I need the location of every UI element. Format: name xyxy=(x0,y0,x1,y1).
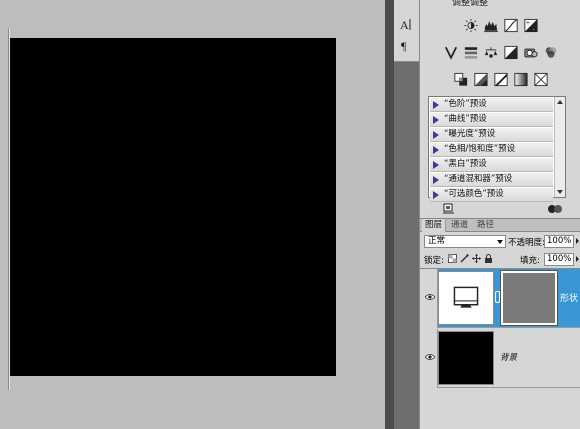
scroll-up-icon[interactable] xyxy=(557,100,563,104)
layer-thumbnail[interactable] xyxy=(438,331,494,385)
expand-triangle-icon xyxy=(433,191,439,199)
adjustments-footer xyxy=(420,203,580,217)
link-icon[interactable] xyxy=(495,291,500,303)
fill-label: 填充: xyxy=(520,256,540,266)
visibility-toggle[interactable] xyxy=(420,269,438,328)
adjustment-icons-row-3 xyxy=(420,71,580,87)
preset-label: “曲线”预设 xyxy=(444,114,487,124)
posterize-icon[interactable] xyxy=(473,71,489,87)
opacity-input[interactable]: 100% xyxy=(544,235,574,248)
tab-paths[interactable]: 路径 xyxy=(474,219,497,232)
fill-input[interactable]: 100% xyxy=(544,253,574,266)
svg-text:¶: ¶ xyxy=(401,39,407,53)
preset-item-levels[interactable]: “色阶”预设 xyxy=(430,98,553,112)
eye-icon xyxy=(425,294,435,300)
lock-pixels-icon[interactable] xyxy=(460,254,469,263)
gradient-map-icon[interactable] xyxy=(513,71,529,87)
expand-triangle-icon xyxy=(433,116,439,124)
levels-icon[interactable] xyxy=(483,17,499,33)
fill-slider-arrow-icon[interactable] xyxy=(576,256,579,262)
visibility-toggle[interactable] xyxy=(420,329,438,388)
hue-saturation-icon[interactable] xyxy=(463,44,479,60)
preset-scrollbar[interactable] xyxy=(554,97,565,197)
lock-label: 锁定: xyxy=(424,256,444,266)
expand-triangle-icon xyxy=(433,161,439,169)
expand-triangle-icon xyxy=(433,176,439,184)
lock-position-icon[interactable] xyxy=(472,254,481,263)
layer-name[interactable]: 背景 xyxy=(500,351,517,363)
layer-thumbnail[interactable] xyxy=(438,271,494,325)
channel-mixer-icon[interactable] xyxy=(543,44,559,60)
preset-label: “可选颜色”预设 xyxy=(444,189,504,199)
blend-mode-select[interactable]: 正常 xyxy=(424,235,506,248)
chevron-down-icon xyxy=(497,240,503,244)
panel-divider xyxy=(385,0,394,429)
layer-name[interactable]: 形状 xyxy=(560,291,578,304)
curves-icon[interactable] xyxy=(503,17,519,33)
adjustment-icons-row-1: + - xyxy=(420,17,580,33)
threshold-icon[interactable] xyxy=(493,71,509,87)
preset-label: “黑白”预设 xyxy=(444,159,487,169)
blend-mode-value: 正常 xyxy=(428,236,446,246)
preset-item-black-white[interactable]: “黑白”预设 xyxy=(430,158,553,172)
black-white-icon[interactable] xyxy=(503,44,519,60)
photo-filter-icon[interactable] xyxy=(523,44,539,60)
vector-mask-thumbnail[interactable] xyxy=(500,270,558,326)
document-canvas[interactable] xyxy=(10,38,336,376)
brightness-contrast-icon[interactable] xyxy=(463,17,479,33)
preset-label: “色阶”预设 xyxy=(444,99,487,109)
adjustment-presets-list: “色阶”预设 “曲线”预设 “曝光度”预设 “色相/饱和度”预设 “黑白”预设 … xyxy=(428,96,566,202)
opacity-slider-arrow-icon[interactable] xyxy=(576,238,579,244)
selective-color-icon[interactable] xyxy=(533,71,549,87)
character-icon[interactable]: A xyxy=(398,16,414,32)
eye-icon xyxy=(425,354,435,360)
adjustments-title: 调整调整 xyxy=(452,0,489,8)
invert-icon[interactable] xyxy=(453,71,469,87)
preset-item-exposure[interactable]: “曝光度”预设 xyxy=(430,128,553,142)
expand-triangle-icon xyxy=(433,101,439,109)
lock-transparency-icon[interactable] xyxy=(448,254,457,263)
preset-label: “色相/饱和度”预设 xyxy=(444,144,516,154)
svg-text:-: - xyxy=(532,26,534,32)
layer-row-shape[interactable]: 形状 xyxy=(420,269,580,328)
exposure-icon[interactable]: + - xyxy=(523,17,539,33)
expand-triangle-icon xyxy=(433,131,439,139)
preset-item-curves[interactable]: “曲线”预设 xyxy=(430,113,553,127)
scroll-down-icon[interactable] xyxy=(557,190,563,194)
lock-all-icon[interactable] xyxy=(484,254,493,263)
dock-top: A ¶ xyxy=(394,0,419,62)
paragraph-icon[interactable]: ¶ xyxy=(398,37,414,53)
collapsed-panel-dock: A ¶ xyxy=(394,0,419,429)
right-panel: 调整调整 + - “色阶”预设 “曲线”预设 “曝光度”预设 “色相/饱和度”预… xyxy=(419,0,580,429)
tab-channels[interactable]: 通道 xyxy=(448,219,471,232)
layer-row-background[interactable]: 背景 xyxy=(420,329,580,388)
adjustment-icons-row-2 xyxy=(420,44,580,60)
preset-item-channel-mixer[interactable]: “通道混和器”预设 xyxy=(430,173,553,187)
tab-layers[interactable]: 图层 xyxy=(422,219,447,232)
layers-panel-tabs: 图层 通道 路径 xyxy=(420,218,580,232)
preset-label: “曝光度”预设 xyxy=(444,129,496,139)
expand-triangle-icon xyxy=(433,146,439,154)
layers-list: 形状 背景 xyxy=(420,268,580,429)
vibrance-icon[interactable] xyxy=(443,44,459,60)
return-to-list-icon[interactable] xyxy=(442,203,456,215)
preset-label: “通道混和器”预设 xyxy=(444,174,513,184)
preset-item-hue-saturation[interactable]: “色相/饱和度”预设 xyxy=(430,143,553,157)
opacity-label: 不透明度: xyxy=(508,238,545,248)
svg-text:A: A xyxy=(400,18,409,32)
shape-layer-icon xyxy=(453,286,479,308)
canvas-area[interactable] xyxy=(0,0,385,429)
clip-to-layer-icon[interactable] xyxy=(547,203,563,215)
color-balance-icon[interactable] xyxy=(483,44,499,60)
svg-text:+: + xyxy=(525,20,529,26)
preset-item-selective-color[interactable]: “可选颜色”预设 xyxy=(430,188,553,202)
